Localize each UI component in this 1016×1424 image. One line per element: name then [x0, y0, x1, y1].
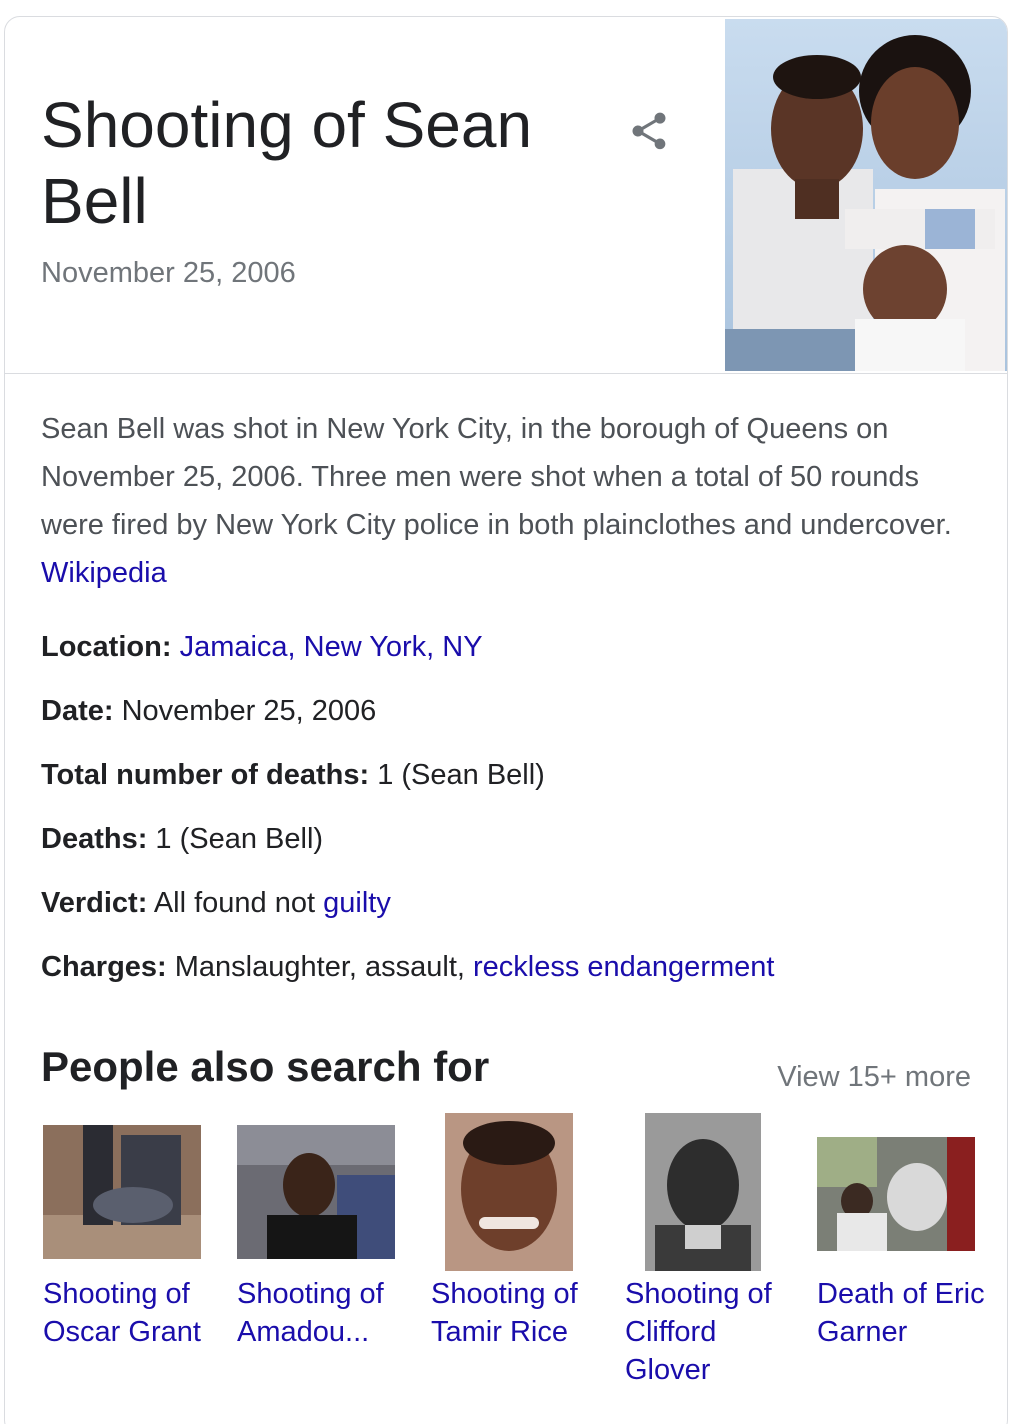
fact-label: Deaths: — [41, 823, 148, 855]
fact-value: All found not — [147, 887, 324, 919]
clifford-glover-photo — [645, 1113, 761, 1271]
pasf-label-amadou[interactable]: Shooting of Amadou... — [237, 1275, 417, 1351]
knowledge-panel: Shooting of Sean Bell November 25, 2006 — [4, 16, 1008, 1424]
fact-value: 1 (Sean Bell) — [369, 759, 545, 791]
location-link[interactable]: Jamaica, New York, NY — [180, 631, 483, 663]
share-button[interactable] — [617, 99, 681, 163]
fact-value: November 25, 2006 — [113, 695, 377, 727]
facts-list: Location: Jamaica, New York, NY Date: No… — [41, 623, 981, 1007]
fact-label: Verdict: — [41, 887, 148, 919]
fact-location: Location: Jamaica, New York, NY — [41, 623, 981, 687]
eric-garner-photo — [817, 1137, 975, 1251]
fact-value: Manslaughter, assault, — [166, 951, 473, 983]
entity-subtitle: November 25, 2006 — [41, 257, 296, 289]
fact-value: 1 (Sean Bell) — [147, 823, 324, 855]
reckless-endangerment-link[interactable]: reckless endangerment — [473, 951, 774, 983]
fact-charges: Charges: Manslaughter, assault, reckless… — [41, 943, 981, 1007]
pasf-label-tamir-rice[interactable]: Shooting of Tamir Rice — [431, 1275, 611, 1351]
fact-label: Total number of deaths: — [41, 759, 370, 791]
pasf-label-clifford-glover[interactable]: Shooting of Clifford Glover — [625, 1275, 805, 1389]
pasf-label-eric-garner[interactable]: Death of Eric Garner — [817, 1275, 997, 1351]
fact-total-deaths: Total number of deaths: 1 (Sean Bell) — [41, 751, 981, 815]
fact-verdict: Verdict: All found not guilty — [41, 879, 981, 943]
entity-title: Shooting of Sean Bell — [41, 89, 533, 237]
wikipedia-link[interactable]: Wikipedia — [41, 557, 167, 589]
pasf-image-clifford-glover[interactable] — [645, 1113, 761, 1271]
amadou-photo — [237, 1125, 395, 1259]
pasf-image-oscar-grant[interactable] — [43, 1125, 201, 1259]
people-also-search-title: People also search for — [41, 1043, 490, 1090]
header-divider — [5, 373, 1007, 374]
panel-header: Shooting of Sean Bell November 25, 2006 — [5, 17, 1007, 373]
entity-photo[interactable] — [725, 19, 1007, 371]
pasf-image-eric-garner[interactable] — [817, 1137, 975, 1251]
fact-label: Charges: — [41, 951, 167, 983]
pasf-image-amadou[interactable] — [237, 1125, 395, 1259]
oscar-grant-photo — [43, 1125, 201, 1259]
guilty-link[interactable]: guilty — [323, 887, 391, 919]
family-photo-image — [725, 19, 1007, 371]
description-text: Sean Bell was shot in New York City, in … — [41, 413, 952, 541]
fact-date: Date: November 25, 2006 — [41, 687, 981, 751]
pasf-image-tamir-rice[interactable] — [445, 1113, 573, 1271]
fact-deaths: Deaths: 1 (Sean Bell) — [41, 815, 981, 879]
fact-label: Date: — [41, 695, 114, 727]
share-icon — [632, 112, 666, 150]
view-more-link[interactable]: View 15+ more — [777, 1057, 971, 1097]
tamir-rice-photo — [445, 1113, 573, 1271]
pasf-label-oscar-grant[interactable]: Shooting of Oscar Grant — [43, 1275, 223, 1351]
fact-label: Location: — [41, 631, 172, 663]
entity-description: Sean Bell was shot in New York City, in … — [41, 405, 981, 597]
